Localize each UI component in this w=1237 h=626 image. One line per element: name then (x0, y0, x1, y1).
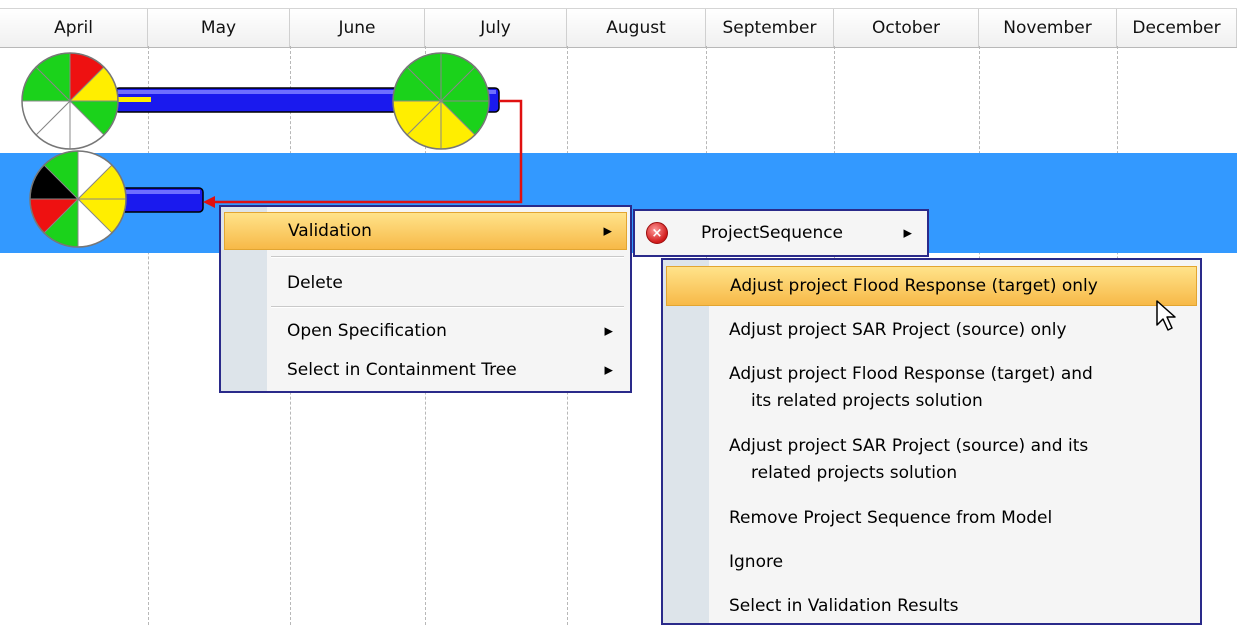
status-pie-sar[interactable] (29, 150, 127, 248)
menu-item-label-line-2: its related projects solution (751, 391, 983, 411)
menu-item-label-line-1: Adjust project SAR Project (source) and … (729, 436, 1089, 456)
menu-item-adjust-sar-only[interactable]: Adjust project SAR Project (source) only (666, 308, 1197, 352)
menu-item-label: ProjectSequence (701, 223, 844, 243)
menu-item-label: Adjust project Flood Response (target) o… (730, 276, 1098, 296)
menu-item-label: Adjust project SAR Project (source) only (729, 320, 1067, 340)
submenu-arrow-icon: ▶ (604, 324, 613, 338)
mouse-cursor-icon (1156, 300, 1176, 331)
menu-item-select-in-containment-tree[interactable]: Select in Containment Tree ▶ (224, 351, 627, 389)
menu-item-remove-project-sequence[interactable]: Remove Project Sequence from Model (666, 498, 1197, 538)
submenu-arrow-icon: ▶ (604, 363, 613, 377)
status-pie-april[interactable] (21, 52, 119, 150)
menu-item-label: Validation (288, 221, 372, 241)
menu-item-projectsequence[interactable]: × ProjectSequence ▶ (638, 214, 924, 252)
menu-separator (271, 256, 624, 258)
menu-item-label: Delete (287, 273, 343, 293)
solutions-submenu: Adjust project Flood Response (target) o… (661, 258, 1202, 625)
menu-item-ignore[interactable]: Ignore (666, 542, 1197, 582)
menu-item-select-in-validation-results[interactable]: Select in Validation Results (666, 586, 1197, 626)
menu-item-adjust-flood-response-only[interactable]: Adjust project Flood Response (target) o… (666, 266, 1197, 306)
menu-item-delete[interactable]: Delete (224, 263, 627, 303)
menu-item-label: Open Specification (287, 321, 447, 341)
menu-separator (271, 306, 624, 308)
menu-item-label: Ignore (729, 552, 784, 572)
submenu-arrow-icon: ▶ (903, 226, 912, 240)
menu-item-open-specification[interactable]: Open Specification ▶ (224, 311, 627, 351)
error-icon: × (646, 222, 668, 244)
submenu-arrow-icon: ▶ (603, 224, 612, 238)
menu-item-label-line-1: Adjust project Flood Response (target) a… (729, 364, 1093, 384)
status-pie-july[interactable] (392, 52, 490, 150)
menu-item-label: Select in Containment Tree (287, 360, 517, 380)
context-menu: Validation ▶ Delete Open Specification ▶… (219, 205, 632, 393)
menu-item-adjust-sar-related[interactable]: Adjust project SAR Project (source) and … (666, 426, 1197, 494)
validation-submenu: × ProjectSequence ▶ (633, 209, 929, 257)
project-bar-sar-project[interactable] (117, 187, 204, 213)
menu-item-label: Select in Validation Results (729, 596, 959, 616)
menu-item-adjust-flood-response-related[interactable]: Adjust project Flood Response (target) a… (666, 354, 1197, 422)
menu-item-label: Remove Project Sequence from Model (729, 508, 1053, 528)
menu-item-label-line-2: related projects solution (751, 463, 958, 483)
menu-item-validation[interactable]: Validation ▶ (224, 212, 627, 250)
